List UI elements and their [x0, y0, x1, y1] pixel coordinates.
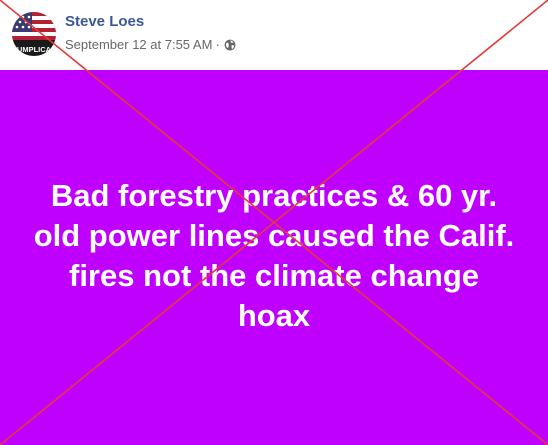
- globe-icon[interactable]: [224, 39, 236, 51]
- american-flag-avatar-icon: RUMPLICAN: [12, 12, 56, 56]
- post-image[interactable]: Bad forestry practices & 60 yr. old powe…: [0, 70, 548, 445]
- post-header: RUMPLICAN Steve Loes September 12 at 7:5…: [0, 0, 548, 70]
- meta-separator: ·: [215, 37, 220, 52]
- author-avatar[interactable]: RUMPLICAN: [12, 12, 56, 56]
- post-timestamp[interactable]: September 12 at 7:55 AM: [65, 37, 212, 52]
- post-meta: September 12 at 7:55 AM ·: [65, 37, 236, 52]
- image-quote-text: Bad forestry practices & 60 yr. old powe…: [33, 177, 515, 333]
- author-name[interactable]: Steve Loes: [65, 13, 144, 30]
- svg-text:RUMPLICAN: RUMPLICAN: [12, 45, 56, 54]
